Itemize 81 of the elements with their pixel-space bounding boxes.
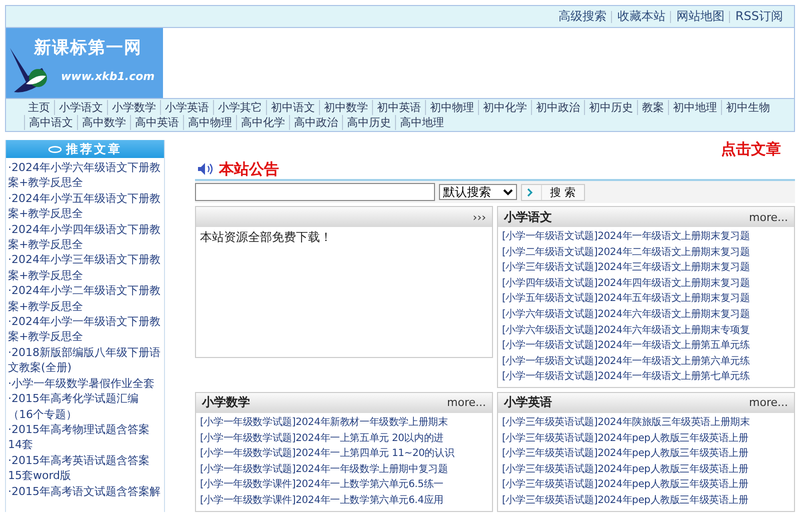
article-link[interactable]: [小学一年级数学课件]2024年一上数学第六单元6.4应用	[200, 492, 488, 508]
nav-link[interactable]: 初中历史	[584, 100, 637, 115]
nav-link[interactable]: 初中数学	[319, 100, 372, 115]
article-link[interactable]: [小学一年级数学试题]2024年一上第四单元 11~20的认识	[200, 446, 488, 462]
nav-link[interactable]: 高中地理	[395, 115, 448, 130]
nav-link[interactable]: 初中政治	[531, 100, 584, 115]
nav-link[interactable]: 主页	[24, 100, 54, 115]
panel-title: 小学英语	[504, 394, 552, 412]
ring-icon	[48, 146, 62, 152]
nav-link[interactable]: 小学英语	[160, 100, 213, 115]
top-link[interactable]: 网站地图	[671, 8, 730, 25]
nav-link[interactable]: 初中生物	[721, 100, 774, 115]
panel-title: 小学数学	[202, 394, 250, 412]
sidebar-title: 推荐文章	[66, 140, 122, 158]
article-link[interactable]: [小学三年级英语试题]2024年pep人教版三年级英语上册	[502, 430, 790, 446]
caret-icon	[503, 188, 513, 196]
nav-link[interactable]: 高中数学	[77, 115, 130, 130]
nav-link[interactable]: 高中英语	[130, 115, 183, 130]
section-title: 点击文章	[721, 140, 781, 159]
article-link[interactable]: [小学三年级英语试题]2024年pep人教版三年级英语上册	[502, 477, 790, 493]
nav-link[interactable]: 教案	[637, 100, 668, 115]
more-link[interactable]: more...	[447, 396, 486, 410]
article-link[interactable]: ·小学一年级数学暑假作业全套	[6, 376, 164, 392]
article-link[interactable]: [小学五年级语文试题]2024年五年级语文上册期末复习题	[502, 291, 790, 307]
section-title: 本站公告	[219, 160, 279, 178]
article-link[interactable]: [小学一年级数学试题]2024年一年级数学上册期中复习题	[200, 462, 488, 478]
speaker-icon	[197, 162, 213, 176]
article-link[interactable]: [小学一年级语文试题]2024年一年级语文上册第五单元练	[502, 338, 790, 354]
top-link[interactable]: RSS订阅	[730, 8, 788, 25]
nav-link[interactable]: 初中物理	[425, 100, 478, 115]
article-link[interactable]: [小学一年级语文试题]2024年一年级语文上册第七单元练	[502, 369, 790, 385]
article-link[interactable]: ·2024年小学三年级语文下册教案+教学反思全	[6, 252, 164, 284]
nav-link[interactable]: 高中语文	[24, 115, 77, 130]
article-link[interactable]: [小学一年级数学试题]2024年新教材一年级数学上册期末	[200, 414, 488, 431]
more-link[interactable]: more...	[749, 396, 788, 410]
nav-link[interactable]: 初中地理	[668, 100, 721, 115]
article-link[interactable]: ·2015年高考化学试题汇编（16个专题）	[6, 391, 164, 422]
article-link[interactable]: [小学二年级语文试题]2024年二年级语文上册期末复习题	[502, 244, 790, 260]
article-link[interactable]: [小学三年级语文试题]2024年三年级语文上册期末复习题	[502, 260, 790, 276]
search-button[interactable]: 搜 索	[521, 184, 584, 200]
nav-link[interactable]: 高中历史	[342, 115, 395, 130]
article-link[interactable]: [小学一年级数学试题]2024年一上第五单元 20以内的进	[200, 430, 488, 446]
nav-link[interactable]: 高中物理	[183, 115, 236, 130]
article-link[interactable]: [小学六年级语文试题]2024年六年级语文上册期末专项复	[502, 322, 790, 338]
nav-link[interactable]: 初中语文	[266, 100, 319, 115]
article-link[interactable]: ·2024年小学四年级语文下册教案+教学反思全	[6, 222, 164, 252]
logo-url: www.xkb1.com	[61, 70, 155, 83]
logo-title: 新课标第一网	[34, 37, 142, 59]
article-link[interactable]: ·2015年高考语文试题含答案解	[6, 484, 164, 499]
nav-link[interactable]: 高中政治	[289, 115, 342, 130]
nav-link[interactable]: 小学语文	[54, 100, 107, 115]
article-link[interactable]: ·2018新版部编版八年级下册语文教案(全册)	[6, 344, 164, 376]
article-link[interactable]: ·2024年小学二年级语文下册教案+教学反思全	[6, 283, 164, 314]
article-link[interactable]: [小学三年级英语试题]2024年pep人教版三年级英语上册	[502, 462, 790, 478]
chevron-icon	[527, 188, 533, 196]
panel-title: 小学语文	[504, 208, 552, 226]
nav-link[interactable]: 高中化学	[236, 115, 289, 130]
article-link[interactable]: [小学一年级数学课件]2024年一上数学第六单元6.5练一	[200, 477, 488, 493]
top-link[interactable]: 高级搜索	[553, 8, 612, 25]
article-link[interactable]: [小学一年级语文试题]2024年一年级语文上册第六单元练	[502, 354, 790, 370]
search-type-dropdown[interactable]: 默认搜索	[439, 184, 517, 200]
article-link[interactable]: [小学三年级英语试题]2024年pep人教版三年级英语上册	[502, 492, 790, 508]
article-link[interactable]: ·2024年小学五年级语文下册教案+教学反思全	[6, 190, 164, 222]
top-link[interactable]: 收藏本站	[612, 8, 670, 25]
nav-link[interactable]: 初中化学	[478, 100, 531, 115]
article-link[interactable]: ·2015年高考物理试题含答案14套	[6, 422, 164, 453]
article-link[interactable]: [小学四年级语文试题]2024年四年级语文上册期末复习题	[502, 276, 790, 292]
nav-link[interactable]: 小学数学	[107, 100, 160, 115]
nav-link[interactable]: 小学其它	[213, 100, 266, 115]
more-link[interactable]: more...	[749, 210, 788, 224]
article-link[interactable]: [小学六年级语文试题]2024年六年级语文上册期末复习题	[502, 306, 790, 323]
nav-link[interactable]: 初中英语	[372, 100, 425, 115]
article-link[interactable]: ·2024年小学六年级语文下册教案+教学反思全	[6, 160, 164, 191]
search-field[interactable]	[195, 183, 435, 201]
article-link[interactable]: [小学三年级英语试题]2024年陕旅版三年级英语上册期末	[502, 414, 790, 431]
notice-text: 本站资源全部免费下载！	[200, 229, 333, 246]
article-link[interactable]: [小学三年级英语试题]2024年pep人教版三年级英语上册	[502, 446, 790, 462]
article-link[interactable]: [小学一年级语文试题]2024年一年级语文上册期末复习题	[502, 229, 790, 245]
more-link[interactable]: ›››	[472, 210, 486, 224]
article-link[interactable]: ·2015年高考英语试题含答案15套word版	[6, 452, 164, 484]
article-link[interactable]: ·2024年小学一年级语文下册教案+教学反思全	[6, 314, 164, 345]
